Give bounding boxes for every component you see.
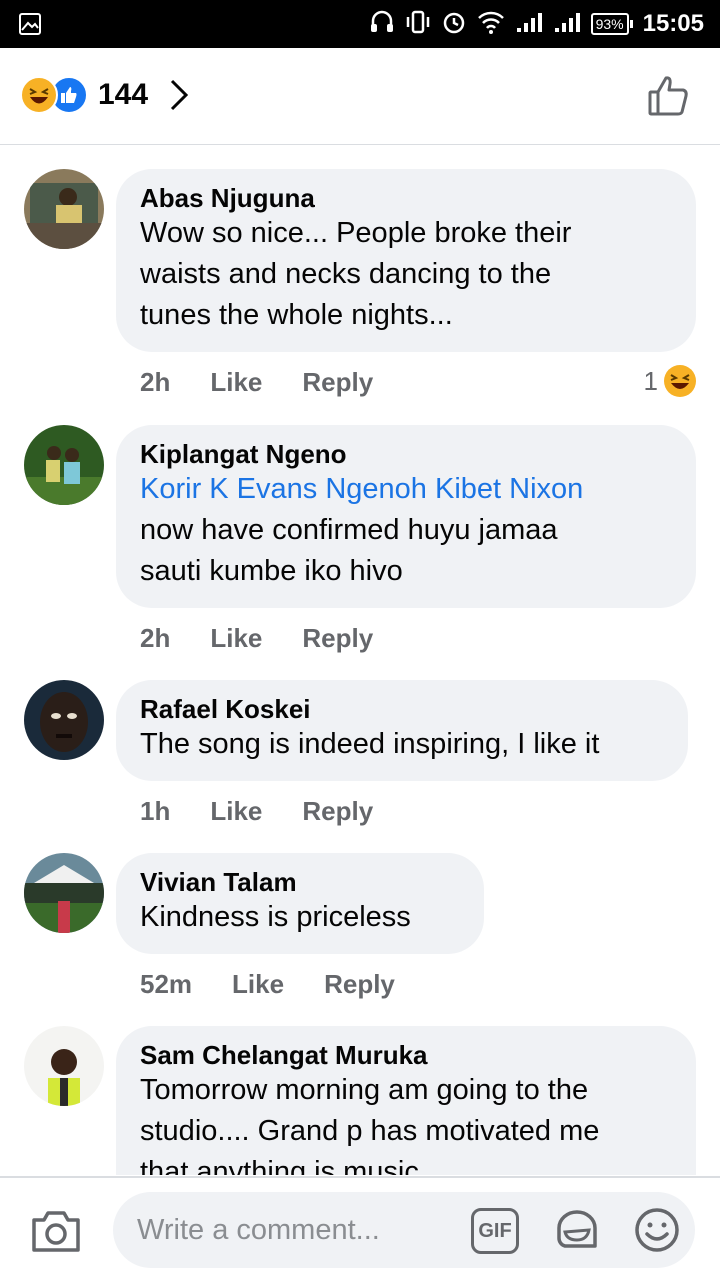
comment-line: that anything is music bbox=[140, 1156, 419, 1175]
comment-time: 2h bbox=[140, 623, 171, 653]
status-time: 15:05 bbox=[642, 10, 704, 37]
avatar[interactable] bbox=[24, 853, 104, 933]
reply-button[interactable]: Reply bbox=[302, 623, 373, 654]
comment-reactions[interactable]: 1 bbox=[644, 365, 696, 397]
comment-input-placeholder: Write a comment... bbox=[137, 1214, 380, 1246]
comment-line: waists and necks dancing to the bbox=[140, 258, 552, 290]
avatar[interactable] bbox=[24, 425, 104, 505]
camera-icon[interactable] bbox=[30, 1208, 82, 1259]
comment-actions: 1h Like Reply bbox=[140, 796, 373, 827]
avatar[interactable] bbox=[24, 1026, 104, 1106]
comment-line: Tomorrow morning am going to the bbox=[140, 1074, 589, 1106]
reaction-count: 144 bbox=[98, 78, 149, 111]
comment-line: now have confirmed huyu jamaa bbox=[140, 514, 558, 546]
comment-reaction-count: 1 bbox=[643, 365, 658, 396]
comment-bubble[interactable]: Kiplangat Ngeno Korir K Evans Ngenoh Kib… bbox=[116, 425, 696, 608]
signal-icon bbox=[515, 10, 543, 39]
comment-author[interactable]: Rafael Koskei bbox=[140, 694, 664, 724]
chevron-right-icon[interactable] bbox=[168, 78, 190, 117]
like-post-button[interactable] bbox=[646, 74, 690, 123]
status-bar: 93% 15:05 bbox=[0, 0, 720, 48]
comment-time: 52m bbox=[140, 969, 193, 999]
battery-indicator: 93% bbox=[590, 13, 633, 35]
reactions-summary[interactable]: 144 bbox=[20, 76, 148, 114]
comment-actions: 52m Like Reply bbox=[140, 969, 395, 1000]
reply-button[interactable]: Reply bbox=[324, 969, 395, 1000]
status-icons: 93% 15:05 bbox=[369, 0, 704, 48]
comment-time: 1h bbox=[140, 796, 171, 826]
comment-actions: 2h Like Reply bbox=[140, 623, 373, 654]
mention-link[interactable]: Korir K Evans Ngenoh Kibet Nixon bbox=[140, 469, 672, 510]
like-button[interactable]: Like bbox=[232, 969, 284, 1000]
reply-button[interactable]: Reply bbox=[302, 796, 373, 827]
comment-line: sauti kumbe iko hivo bbox=[140, 555, 403, 587]
emoji-icon[interactable] bbox=[633, 1206, 681, 1259]
sticker-icon[interactable] bbox=[553, 1206, 601, 1259]
comment-author[interactable]: Vivian Talam bbox=[140, 867, 460, 897]
like-button[interactable]: Like bbox=[210, 623, 262, 654]
comment-author[interactable]: Sam Chelangat Muruka bbox=[140, 1040, 672, 1070]
comment-author[interactable]: Abas Njuguna bbox=[140, 183, 672, 213]
comment-input[interactable]: Write a comment... GIF bbox=[113, 1192, 695, 1268]
comment-line: tunes the whole nights... bbox=[140, 299, 453, 331]
like-button[interactable]: Like bbox=[210, 367, 262, 398]
avatar[interactable] bbox=[24, 169, 104, 249]
comment-composer: Write a comment... GIF bbox=[0, 1176, 720, 1282]
comment-line: Kindness is priceless bbox=[140, 901, 411, 933]
signal-icon bbox=[553, 10, 581, 39]
battery-level: 93% bbox=[590, 13, 629, 35]
reply-button[interactable]: Reply bbox=[302, 367, 373, 398]
comment-bubble[interactable]: Sam Chelangat Muruka Tomorrow morning am… bbox=[116, 1026, 696, 1175]
comment-author[interactable]: Kiplangat Ngeno bbox=[140, 439, 672, 469]
comment-time: 2h bbox=[140, 367, 171, 397]
haha-icon bbox=[664, 365, 696, 397]
reactions-header: 144 bbox=[0, 48, 720, 145]
avatar[interactable] bbox=[24, 680, 104, 760]
gif-button[interactable]: GIF bbox=[471, 1208, 519, 1254]
comment-bubble[interactable]: Rafael Koskei The song is indeed inspiri… bbox=[116, 680, 688, 781]
comment-line: The song is indeed inspiring, I like it bbox=[140, 728, 600, 760]
comments-list[interactable]: Abas Njuguna Wow so nice... People broke… bbox=[0, 145, 720, 1175]
gallery-icon bbox=[18, 12, 42, 41]
like-button[interactable]: Like bbox=[210, 796, 262, 827]
comment-line: studio.... Grand p has motivated me bbox=[140, 1115, 600, 1147]
alarm-icon bbox=[441, 9, 467, 40]
headset-icon bbox=[369, 9, 395, 40]
vibrate-icon bbox=[405, 9, 431, 40]
comment-line: Wow so nice... People broke their bbox=[140, 217, 572, 249]
comment-bubble[interactable]: Abas Njuguna Wow so nice... People broke… bbox=[116, 169, 696, 352]
wifi-icon bbox=[477, 10, 505, 39]
haha-icon bbox=[20, 76, 58, 114]
comment-actions: 2h Like Reply bbox=[140, 367, 373, 398]
comment-bubble[interactable]: Vivian Talam Kindness is priceless bbox=[116, 853, 484, 954]
